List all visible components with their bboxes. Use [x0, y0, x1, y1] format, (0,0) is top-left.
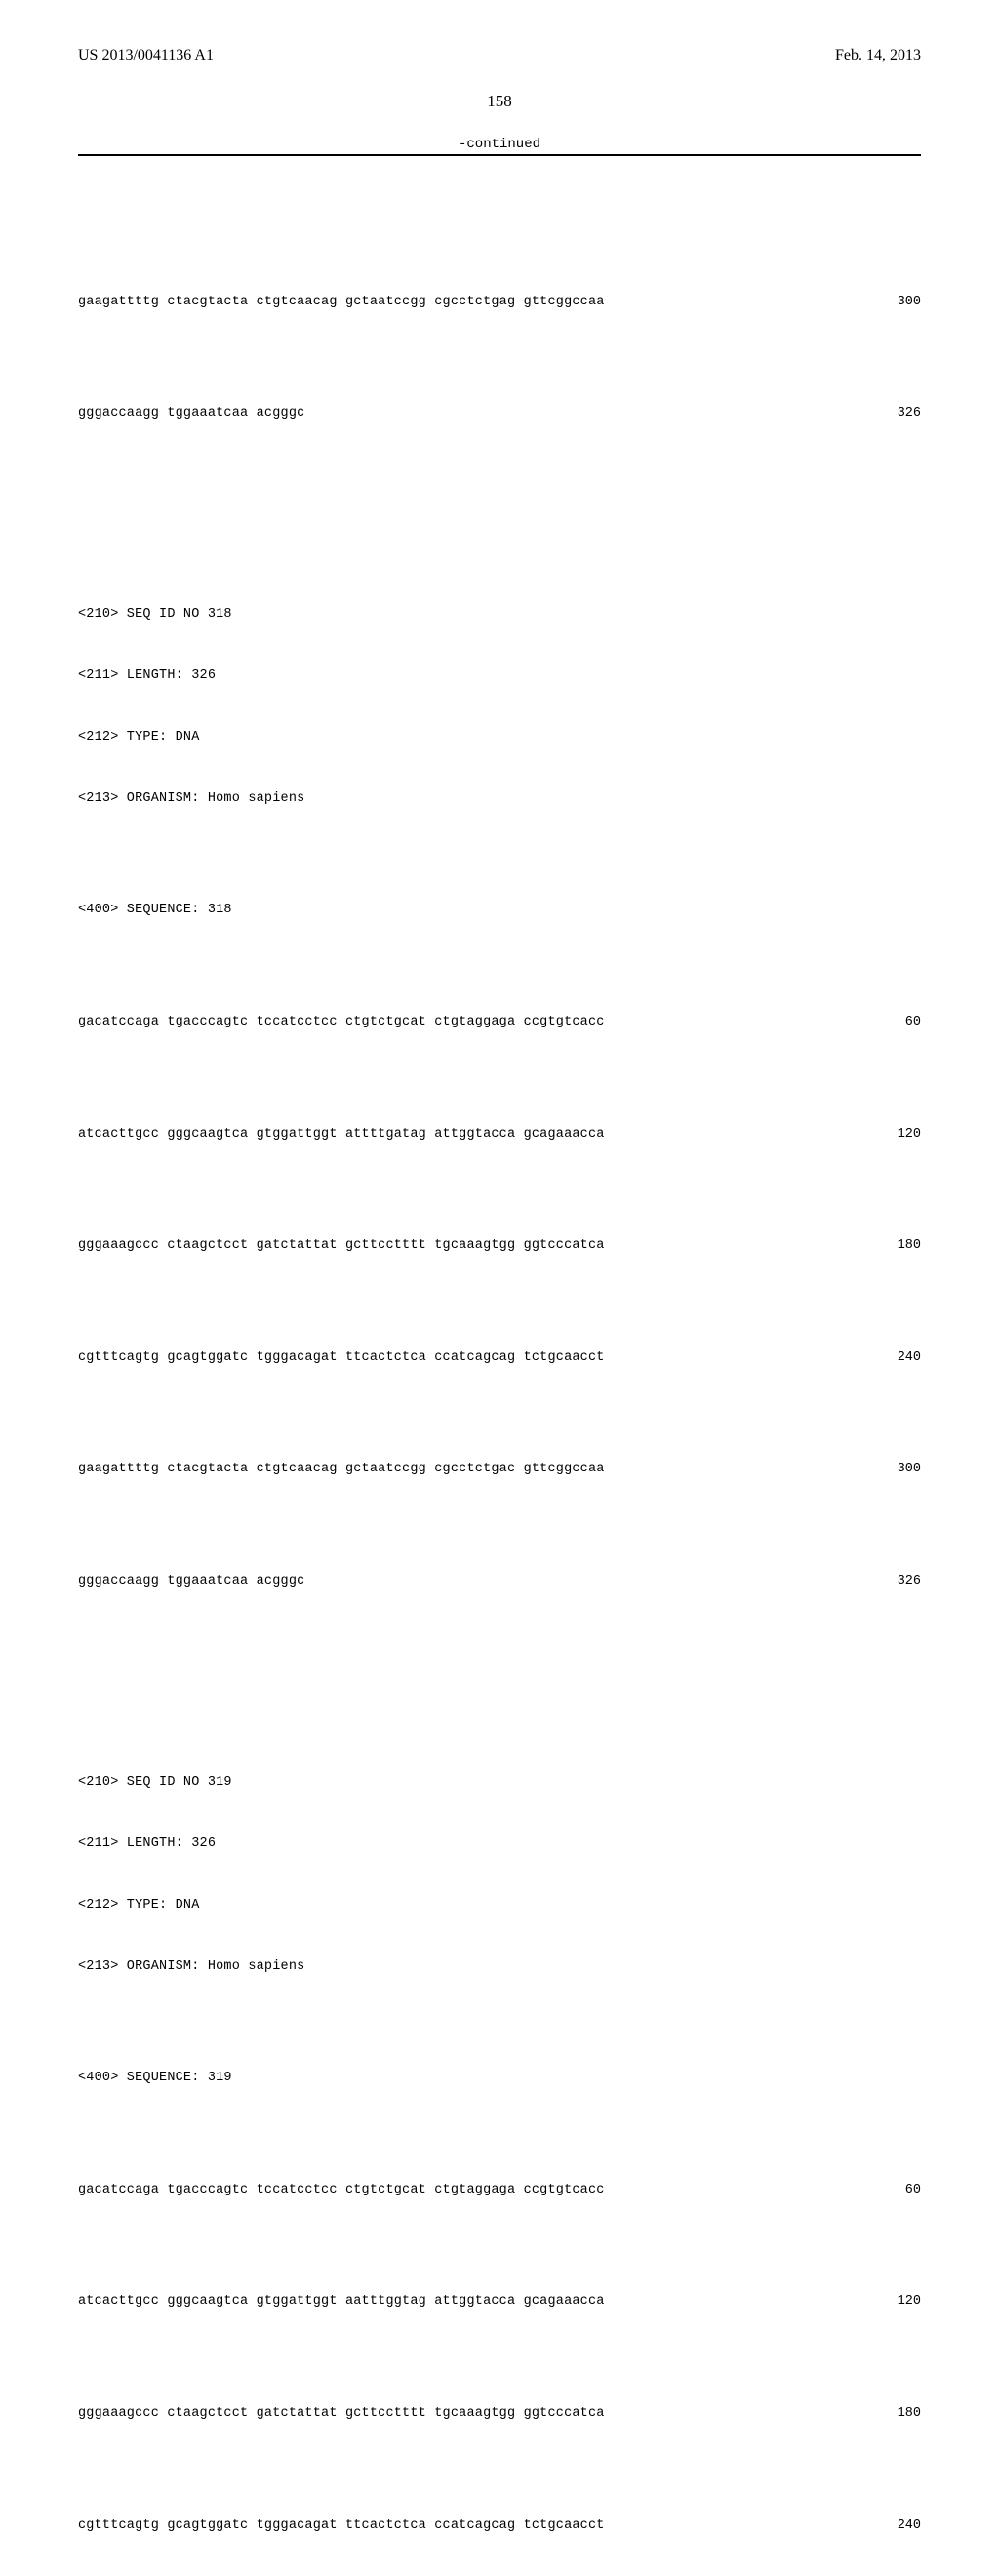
sequence-line: gggaaagccc ctaagctcct gatctattat gcttcct… — [78, 1236, 921, 1257]
sequence-position: 120 — [851, 1125, 921, 1146]
seq-header: <400> SEQUENCE: 319 — [78, 2069, 921, 2089]
sequence-position: 60 — [851, 1013, 921, 1033]
sequence-line: cgtttcagtg gcagtggatc tgggacagat ttcactc… — [78, 2516, 921, 2537]
continued-label: -continued — [78, 137, 921, 152]
sequence-text: gaagattttg ctacgtacta ctgtcaacag gctaatc… — [78, 1460, 605, 1480]
seq-meta: <210> SEQ ID NO 319 — [78, 1773, 921, 1793]
page-header: US 2013/0041136 A1 Feb. 14, 2013 — [78, 47, 921, 64]
sequence-text: gggaaagccc ctaagctcct gatctattat gcttcct… — [78, 2404, 605, 2425]
sequence-line: gacatccaga tgacccagtc tccatcctcc ctgtctg… — [78, 1013, 921, 1033]
page-number: 158 — [78, 92, 921, 111]
sequence-line: gacatccaga tgacccagtc tccatcctcc ctgtctg… — [78, 2181, 921, 2201]
seq-meta: <213> ORGANISM: Homo sapiens — [78, 789, 921, 810]
sequence-position: 180 — [851, 1236, 921, 1257]
sequence-entry: <210> SEQ ID NO 319 <211> LENGTH: 326 <2… — [78, 1732, 921, 2576]
sequence-line: gggaccaagg tggaaatcaa acgggc 326 — [78, 404, 921, 424]
sequence-position: 60 — [851, 2181, 921, 2201]
sequence-text: gaagattttg ctacgtacta ctgtcaacag gctaatc… — [78, 293, 605, 313]
sequence-position: 120 — [851, 2292, 921, 2313]
sequence-position: 300 — [851, 293, 921, 313]
seq-meta: <213> ORGANISM: Homo sapiens — [78, 1957, 921, 1978]
sequence-line: gggaccaagg tggaaatcaa acgggc 326 — [78, 1572, 921, 1592]
sequence-text: cgtttcagtg gcagtggatc tgggacagat ttcactc… — [78, 1348, 605, 1369]
seq-meta: <211> LENGTH: 326 — [78, 666, 921, 687]
patent-page: US 2013/0041136 A1 Feb. 14, 2013 158 -co… — [0, 0, 999, 2576]
sequence-line: gaagattttg ctacgtacta ctgtcaacag gctaatc… — [78, 293, 921, 313]
sequence-block: gaagattttg ctacgtacta ctgtcaacag gctaatc… — [78, 252, 921, 465]
sequence-text: gggaaagccc ctaagctcct gatctattat gcttcct… — [78, 1236, 605, 1257]
sequence-entry: <210> SEQ ID NO 318 <211> LENGTH: 326 <2… — [78, 565, 921, 1633]
sequence-position: 240 — [851, 2516, 921, 2537]
sequence-text: atcacttgcc gggcaagtca gtggattggt aatttgg… — [78, 2292, 605, 2313]
sequence-position: 300 — [851, 1460, 921, 1480]
publication-date: Feb. 14, 2013 — [835, 47, 921, 64]
sequence-line: gggaaagccc ctaagctcct gatctattat gcttcct… — [78, 2404, 921, 2425]
sequence-position: 240 — [851, 1348, 921, 1369]
sequence-text: cgtttcagtg gcagtggatc tgggacagat ttcactc… — [78, 2516, 605, 2537]
sequence-listing: gaagattttg ctacgtacta ctgtcaacag gctaatc… — [78, 170, 921, 2576]
seq-meta: <210> SEQ ID NO 318 — [78, 605, 921, 625]
sequence-line: atcacttgcc gggcaagtca gtggattggt aatttgg… — [78, 2292, 921, 2313]
sequence-position: 326 — [851, 404, 921, 424]
sequence-line: atcacttgcc gggcaagtca gtggattggt attttga… — [78, 1125, 921, 1146]
sequence-text: gggaccaagg tggaaatcaa acgggc — [78, 404, 304, 424]
sequence-line: cgtttcagtg gcagtggatc tgggacagat ttcactc… — [78, 1348, 921, 1369]
sequence-line: gaagattttg ctacgtacta ctgtcaacag gctaatc… — [78, 1460, 921, 1480]
sequence-position: 326 — [851, 1572, 921, 1592]
sequence-text: gggaccaagg tggaaatcaa acgggc — [78, 1572, 304, 1592]
sequence-text: gacatccaga tgacccagtc tccatcctcc ctgtctg… — [78, 2181, 605, 2201]
rule-top — [78, 154, 921, 156]
sequence-text: atcacttgcc gggcaagtca gtggattggt attttga… — [78, 1125, 605, 1146]
sequence-position: 180 — [851, 2404, 921, 2425]
seq-meta: <212> TYPE: DNA — [78, 728, 921, 748]
seq-meta: <211> LENGTH: 326 — [78, 1834, 921, 1855]
seq-meta: <212> TYPE: DNA — [78, 1896, 921, 1916]
seq-header: <400> SEQUENCE: 318 — [78, 901, 921, 921]
publication-number: US 2013/0041136 A1 — [78, 47, 214, 64]
sequence-text: gacatccaga tgacccagtc tccatcctcc ctgtctg… — [78, 1013, 605, 1033]
